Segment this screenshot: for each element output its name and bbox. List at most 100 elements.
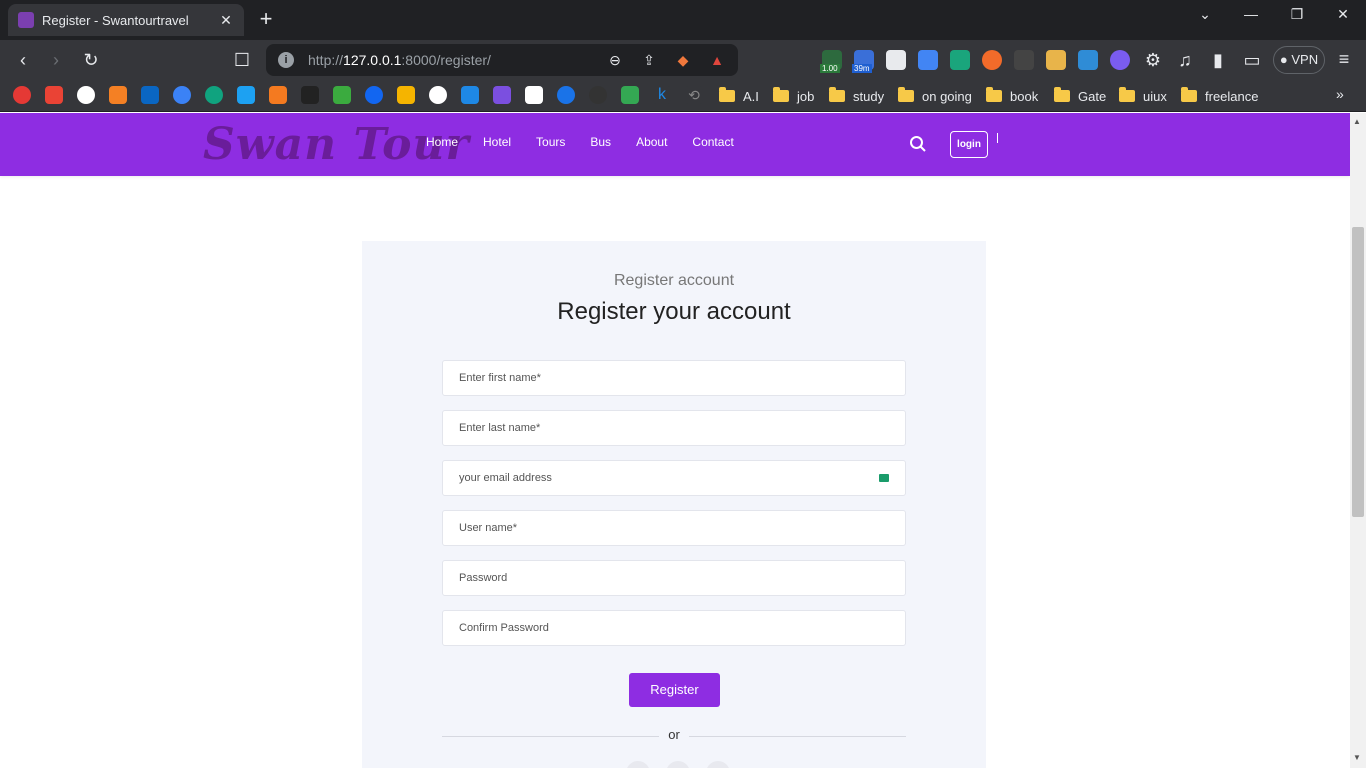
email-input[interactable] [459, 472, 879, 484]
media-icon[interactable]: ♫ [1174, 50, 1196, 72]
close-tab-icon[interactable]: ✕ [218, 12, 234, 29]
bookmark-folder[interactable]: job [773, 86, 814, 106]
new-tab-button[interactable]: + [256, 8, 276, 32]
bookmark-folder[interactable]: book [986, 86, 1038, 106]
wallet-icon[interactable]: ▭ [1241, 50, 1263, 72]
close-window-button[interactable]: ✕ [1323, 4, 1363, 28]
confirm-password-field[interactable] [442, 610, 906, 646]
nav-contact[interactable]: Contact [692, 135, 733, 149]
scroll-down-arrow-icon[interactable]: ▼ [1353, 753, 1361, 762]
extension-icon[interactable] [1014, 50, 1034, 70]
email-field[interactable] [442, 460, 906, 496]
bookmark-site-icon[interactable] [397, 86, 415, 104]
rewards-icon[interactable]: ▲ [708, 51, 726, 69]
bookmark-site-icon[interactable] [173, 86, 191, 104]
bookmark-site-icon[interactable] [301, 86, 319, 104]
pen-icon[interactable] [1046, 50, 1066, 70]
bookmark-folder[interactable]: study [829, 86, 884, 106]
address-bar[interactable]: i http://127.0.0.1:8000/register/ ⊖ ⇪ ◆ … [266, 44, 738, 76]
main-nav: Home Hotel Tours Bus About Contact [426, 135, 759, 149]
password-field[interactable] [442, 560, 906, 596]
bookmark-folder[interactable]: on going [898, 86, 972, 106]
login-button[interactable]: login [950, 131, 988, 158]
bookmark-site-icon[interactable] [557, 86, 575, 104]
forward-button[interactable]: › [45, 50, 67, 72]
bookmark-folder[interactable]: uiux [1119, 86, 1167, 106]
back-button[interactable]: ‹ [12, 50, 34, 72]
bookmark-site-icon[interactable] [461, 86, 479, 104]
nav-bus[interactable]: Bus [590, 135, 611, 149]
google-drive-icon[interactable] [621, 86, 639, 104]
info-icon[interactable] [429, 86, 447, 104]
first-name-field[interactable] [442, 360, 906, 396]
sidebar-icon[interactable]: ▮ [1207, 50, 1229, 72]
last-name-field[interactable] [442, 410, 906, 446]
social-login-icon[interactable] [706, 761, 730, 768]
zoom-icon[interactable]: ⊖ [606, 51, 624, 69]
github-icon[interactable] [77, 86, 95, 104]
vpn-button[interactable]: ● VPN [1273, 46, 1325, 74]
stackoverflow-icon[interactable] [109, 86, 127, 104]
menu-icon[interactable]: ≡ [1334, 50, 1354, 70]
chatgpt-icon[interactable] [205, 86, 223, 104]
password-input[interactable] [459, 572, 889, 584]
bookmark-site-icon[interactable] [525, 86, 543, 104]
extension-icon[interactable] [982, 50, 1002, 70]
browser-tab[interactable]: Register - Swantourtravel ✕ [8, 4, 244, 36]
or-divider-text: or [668, 727, 680, 742]
url-host: 127.0.0.1 [343, 52, 402, 68]
register-card: Register account Register your account R… [362, 241, 986, 768]
maximize-button[interactable]: ❐ [1277, 4, 1317, 28]
tab-title: Register - Swantourtravel [42, 12, 189, 28]
last-name-input[interactable] [459, 422, 889, 434]
nav-home[interactable]: Home [426, 135, 458, 149]
nav-tours[interactable]: Tours [536, 135, 565, 149]
bookmark-site-icon[interactable]: k [653, 86, 671, 104]
extension-badge: 39m [852, 64, 872, 73]
brave-shield-icon[interactable]: ◆ [674, 51, 692, 69]
nav-about[interactable]: About [636, 135, 667, 149]
extension-icon[interactable] [1078, 50, 1098, 70]
reload-button[interactable]: ↻ [80, 50, 102, 72]
register-button[interactable]: Register [629, 673, 720, 707]
share-icon[interactable]: ⇪ [640, 51, 658, 69]
bookmark-folder[interactable]: Gate [1054, 86, 1106, 106]
linkedin-icon[interactable] [141, 86, 159, 104]
username-input[interactable] [459, 522, 889, 534]
bookmark-site-icon[interactable] [493, 86, 511, 104]
minimize-button[interactable]: — [1231, 4, 1271, 28]
site-header: Swan Tour Home Hotel Tours Bus About Con… [0, 113, 1350, 176]
extensions-puzzle-icon[interactable]: ⚙ [1142, 50, 1164, 72]
translate-icon[interactable] [918, 50, 938, 70]
folder-label: job [797, 88, 815, 104]
scrollbar-thumb[interactable] [1352, 227, 1364, 517]
tab-search-icon[interactable]: ⌄ [1185, 4, 1225, 28]
site-info-icon[interactable]: i [278, 52, 294, 68]
username-field[interactable] [442, 510, 906, 546]
bookmark-folder[interactable]: A.I [719, 86, 759, 106]
first-name-input[interactable] [459, 372, 889, 384]
bookmark-folder[interactable]: freelance [1181, 86, 1258, 106]
bookmark-site-icon[interactable] [237, 86, 255, 104]
extension-icon[interactable] [950, 50, 970, 70]
bookmark-site-icon[interactable] [365, 86, 383, 104]
extension-icon[interactable] [1110, 50, 1130, 70]
more-bookmarks-button[interactable]: » [1336, 86, 1344, 102]
scroll-up-arrow-icon[interactable]: ▲ [1353, 117, 1361, 126]
folder-icon [986, 87, 1002, 102]
confirm-password-input[interactable] [459, 622, 889, 634]
bookmark-site-icon[interactable]: ⟲ [685, 86, 703, 104]
bookmark-site-icon[interactable] [13, 86, 31, 104]
bookmark-site-icon[interactable] [589, 86, 607, 104]
social-login-icon[interactable] [626, 761, 650, 768]
folder-icon [1181, 87, 1197, 102]
nav-hotel[interactable]: Hotel [483, 135, 511, 149]
bookmark-icon[interactable]: ☐ [231, 50, 253, 72]
bookmark-site-icon[interactable] [269, 86, 287, 104]
search-icon[interactable] [909, 135, 927, 153]
chart-icon[interactable] [333, 86, 351, 104]
page-scrollbar[interactable]: ▲ ▼ [1350, 113, 1366, 768]
gmail-icon[interactable] [45, 86, 63, 104]
extension-icon[interactable] [886, 50, 906, 70]
social-login-icon[interactable] [666, 761, 690, 768]
